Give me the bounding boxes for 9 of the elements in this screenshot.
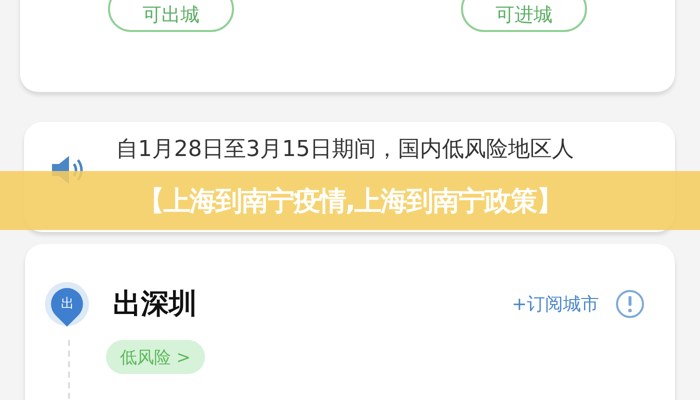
info-icon[interactable]	[615, 289, 645, 319]
city-title: 出深圳	[113, 286, 198, 322]
city-status-button[interactable]: 可进城	[461, 0, 587, 32]
location-pin-icon: 出	[45, 282, 89, 326]
banner-title: 【上海到南宁疫情,上海到南宁政策】	[137, 184, 563, 218]
risk-level-tag[interactable]: 低风险 >	[106, 340, 205, 374]
subscribe-link[interactable]: +订阅城市	[512, 292, 599, 316]
city-status-button[interactable]: 可出城	[108, 0, 234, 32]
notice-text: 自1月28日至3月15日期间，国内低风险地区人	[116, 136, 574, 164]
